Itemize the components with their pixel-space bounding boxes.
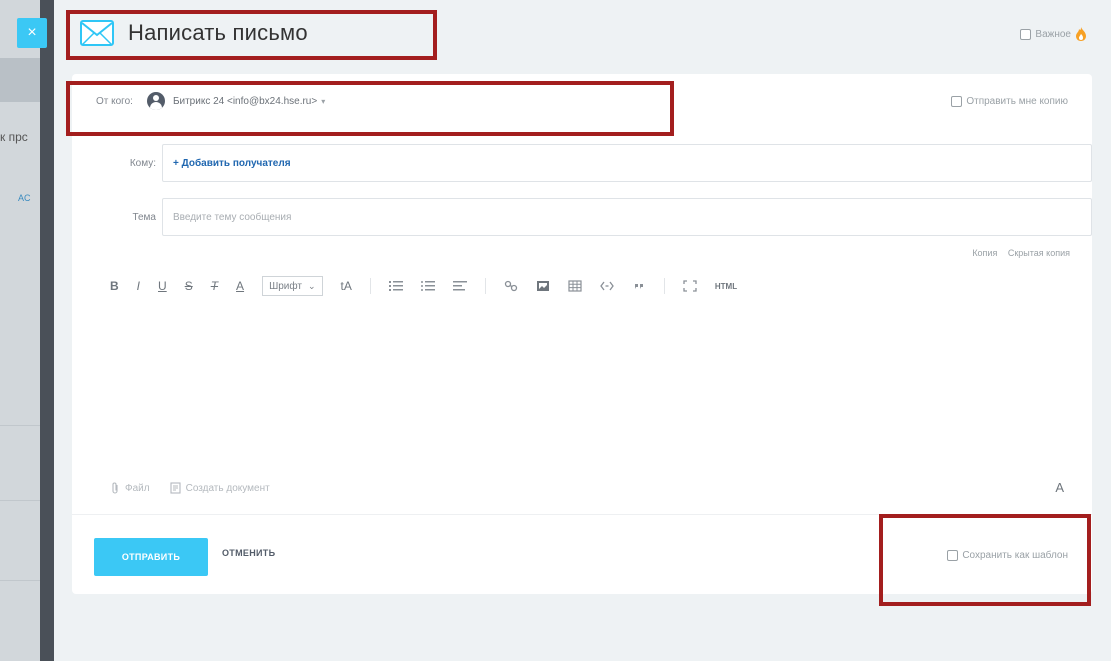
annotation-box-title [66,10,437,60]
numbered-list-icon[interactable] [388,280,403,292]
panel-shadow-edge [40,0,54,661]
add-recipient-link[interactable]: + Добавить получателя [173,158,291,169]
font-size-button[interactable]: tA [341,279,352,293]
to-label: Кому: [129,157,156,169]
underline-button[interactable]: U [158,279,167,293]
strikethrough-button[interactable]: S [185,279,193,293]
fullscreen-icon[interactable] [683,280,697,292]
to-field[interactable]: + Добавить получателя [162,144,1092,182]
align-icon[interactable] [452,280,467,292]
bullet-list-icon[interactable] [420,280,435,292]
toolbar-divider [369,278,371,294]
font-select-value: Шрифт [269,280,302,292]
subject-label: Тема [132,211,156,223]
font-select[interactable]: Шрифт ⌄ [262,276,323,296]
bcc-link[interactable]: Скрытая копия [1008,248,1070,258]
subject-input[interactable]: Введите тему сообщения [162,198,1092,236]
subject-placeholder: Введите тему сообщения [173,211,292,223]
document-icon [170,482,181,494]
cc-link[interactable]: Копия [972,248,997,258]
send-button[interactable]: ОТПРАВИТЬ [94,538,208,576]
important-label: Важное [1035,28,1071,40]
annotation-box-from [66,81,674,136]
file-attach-label: Файл [125,482,150,494]
editor-toolbar: B I U S T A Шрифт ⌄ tA HTML [110,274,755,298]
fire-icon [1076,27,1086,41]
clear-format-button[interactable]: T [211,279,218,293]
annotation-box-save-template [879,514,1091,606]
toolbar-divider [484,278,486,294]
link-icon[interactable] [504,280,518,292]
create-document-button[interactable]: Создать документ [170,482,270,494]
subject-row: Тема Введите тему сообщения [116,198,1092,236]
quote-icon[interactable] [632,280,646,292]
close-button[interactable]: × [17,18,47,48]
attachments-row: Файл Создать документ [110,482,290,494]
cancel-button[interactable]: ОТМЕНИТЬ [222,548,275,558]
background-link: AC [18,193,31,203]
create-document-label: Создать документ [185,482,270,494]
font-color-button[interactable]: A [236,279,244,293]
important-toggle[interactable]: Важное [1020,27,1087,41]
format-toggle-button[interactable]: A [1055,480,1064,495]
copy-links: Копия Скрытая копия [964,248,1070,258]
file-attach-button[interactable]: Файл [110,482,150,494]
paperclip-icon [112,482,118,494]
close-icon: × [27,24,37,41]
send-copy-checkbox[interactable] [951,96,963,107]
send-copy-toggle[interactable]: Отправить мне копию [951,96,1068,107]
send-copy-label: Отправить мне копию [966,96,1068,107]
important-checkbox[interactable] [1020,28,1032,40]
bold-button[interactable]: B [110,279,119,293]
chevron-down-icon: ⌄ [307,280,316,291]
table-icon[interactable] [568,280,582,292]
image-icon[interactable] [536,280,550,292]
html-button[interactable]: HTML [715,282,737,291]
code-icon[interactable] [600,280,614,292]
toolbar-divider [663,278,665,294]
background-text: к прс [0,130,28,144]
italic-button[interactable]: I [137,279,140,293]
to-row: Кому: + Добавить получателя [116,144,1092,182]
